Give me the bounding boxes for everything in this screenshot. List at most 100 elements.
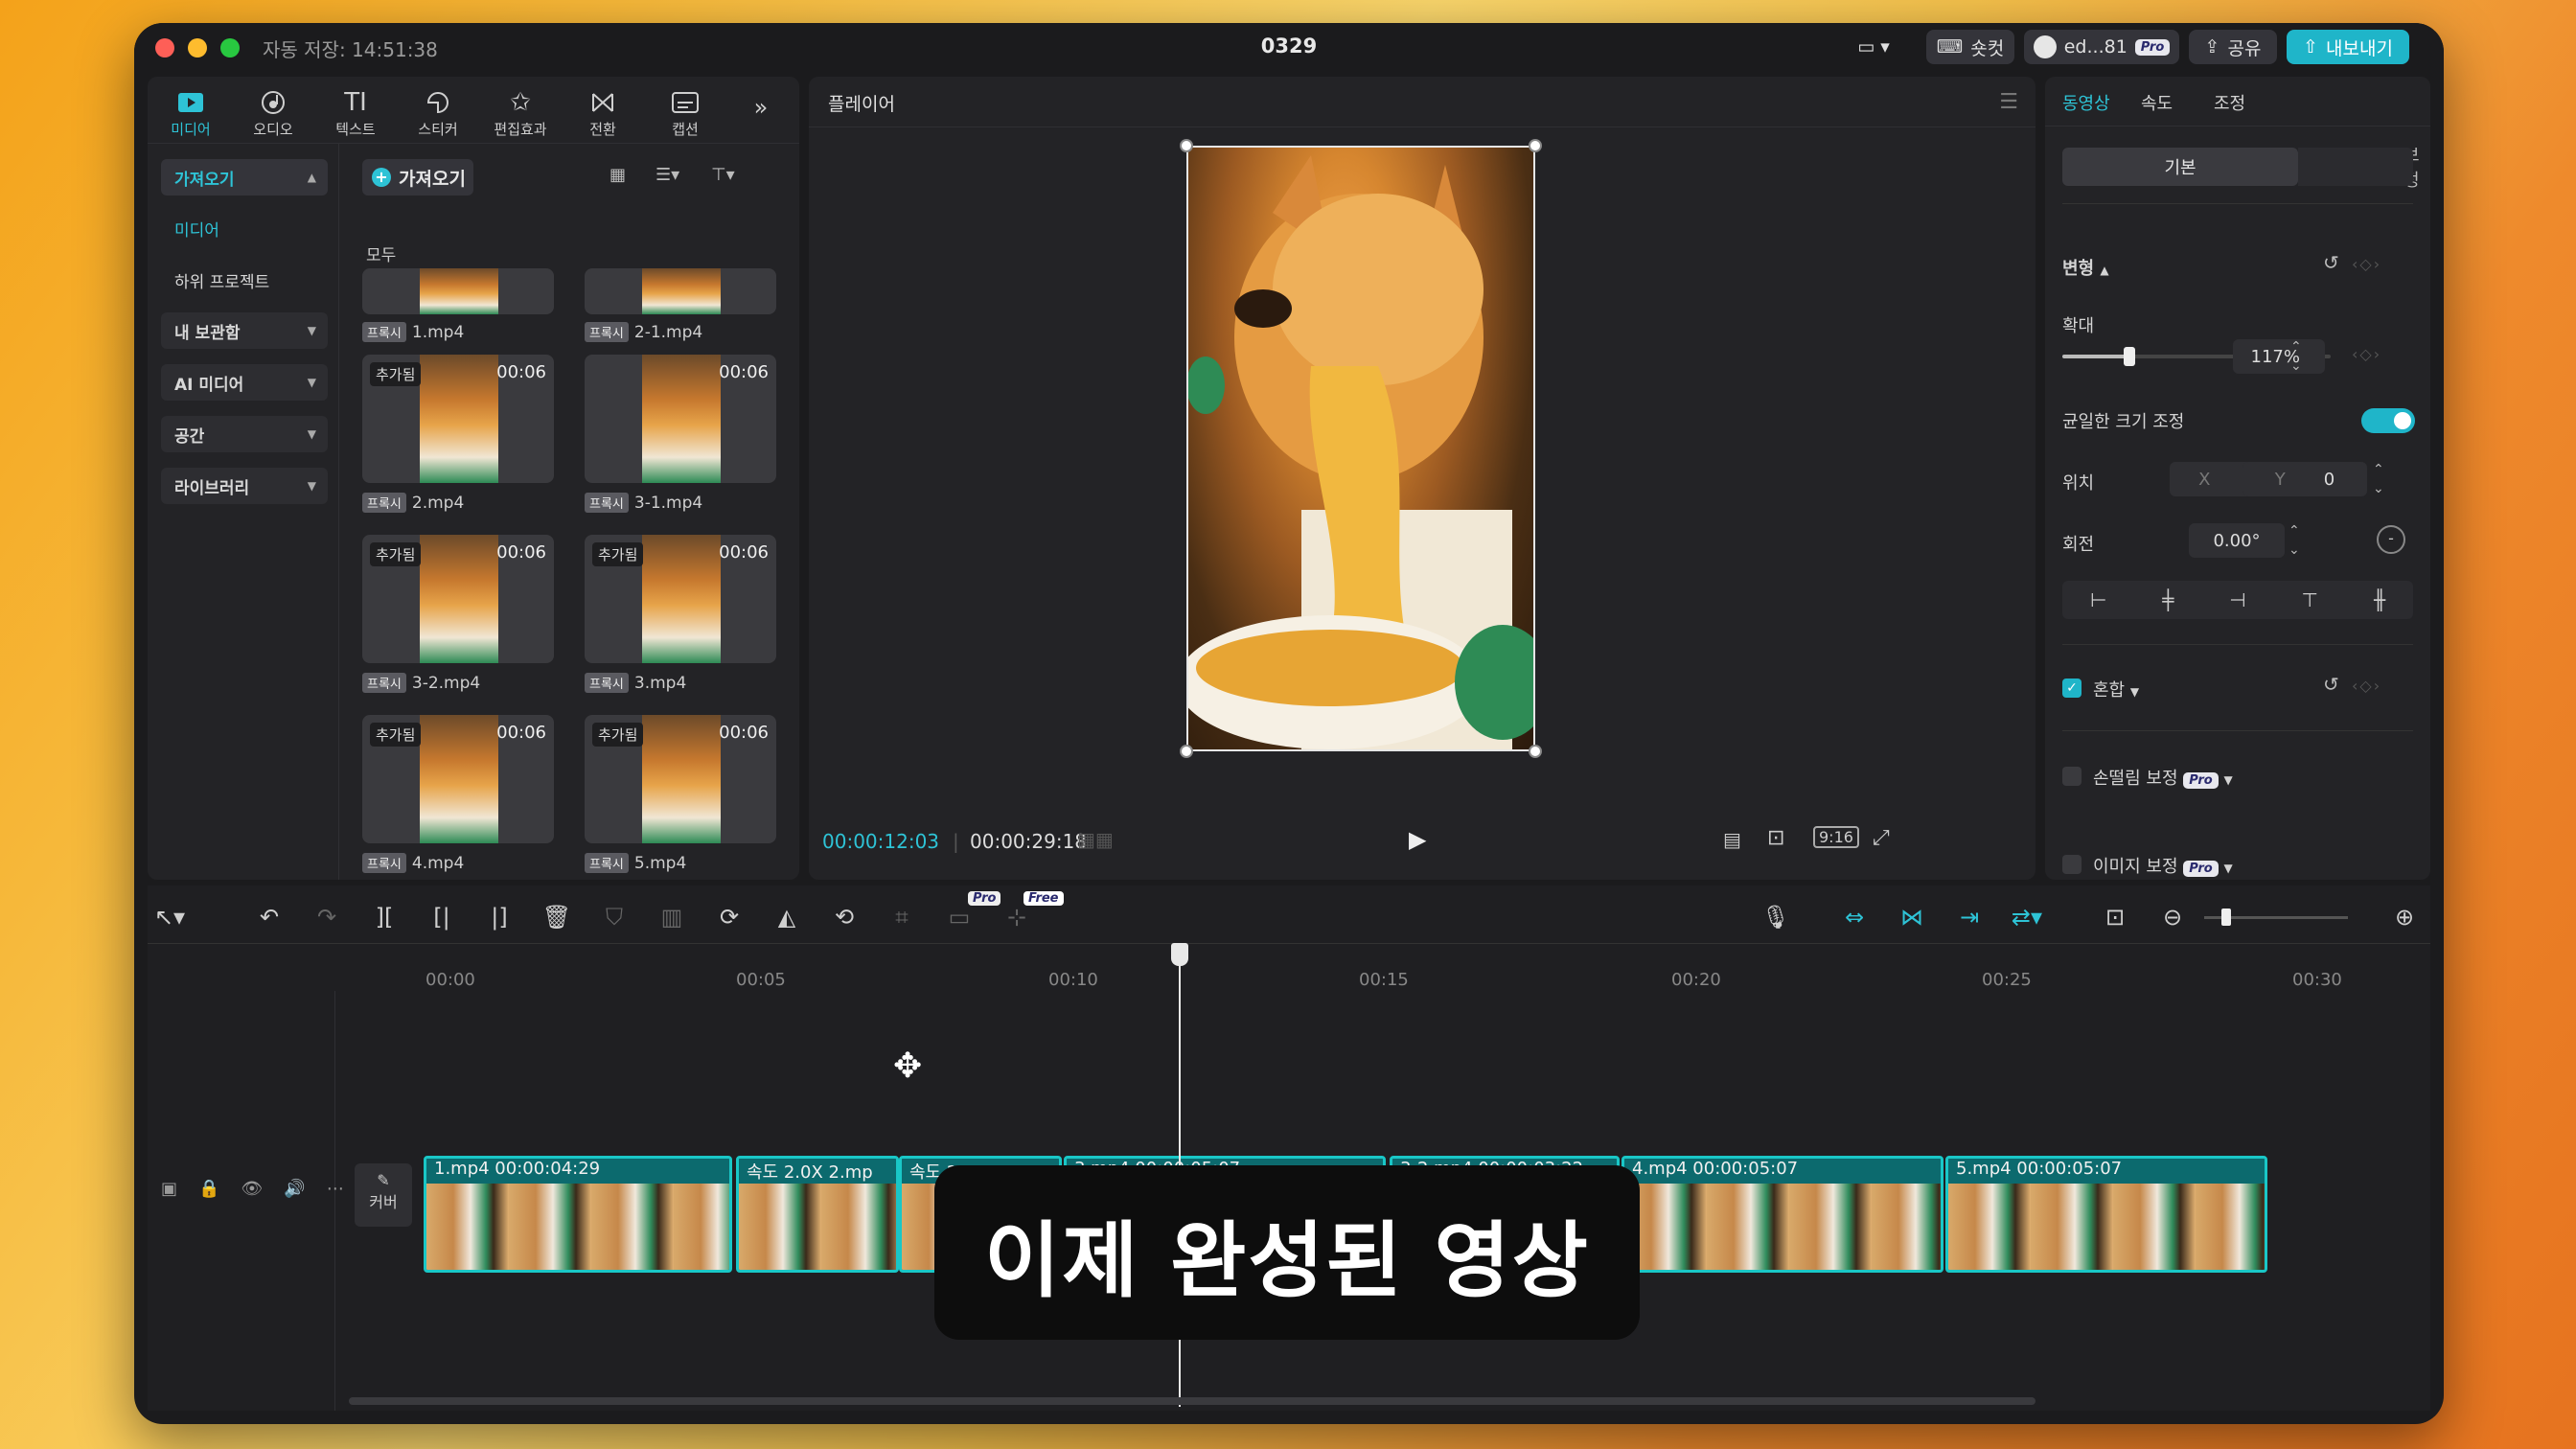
stepper-icon[interactable]: ⌃⌄ (2288, 521, 2300, 560)
eye-icon[interactable]: 👁 (241, 1179, 263, 1199)
keyframe-icon[interactable]: ‹◇› (2352, 345, 2381, 363)
stepper-icon[interactable]: ⌃⌄ (2290, 337, 2302, 376)
rotation-field[interactable]: 0.00° (2189, 523, 2285, 558)
ai-edit-icon[interactable]: ⊹ (1000, 901, 1033, 933)
link-icon[interactable]: ⋈ (1896, 901, 1928, 933)
tab-speed[interactable]: 속도 (2141, 90, 2173, 115)
position-y-field[interactable]: Y0 (2242, 462, 2367, 496)
align-right-icon[interactable]: ⊣ (2229, 588, 2245, 611)
preview-axis-icon[interactable]: ⇥ (1953, 901, 1986, 933)
trim-left-icon[interactable]: [| (426, 901, 458, 933)
tab-video[interactable]: 동영상 (2062, 90, 2110, 115)
redo-icon[interactable]: ↷ (310, 901, 343, 933)
align-center-h-icon[interactable]: ╪ (2162, 588, 2174, 611)
layout-icon[interactable]: ▭ ▾ (1850, 30, 1898, 64)
media-item[interactable] (362, 268, 554, 314)
zoom-out-icon[interactable]: ⊖ (2156, 901, 2189, 933)
align-top-icon[interactable]: ⊤ (2302, 588, 2318, 611)
sidebar-item-library[interactable]: 라이브러리 ▼ (161, 468, 328, 504)
rotation-dial[interactable]: - (2377, 525, 2405, 554)
sort-icon[interactable]: ☰▾ (656, 165, 679, 185)
more-tools-icon[interactable]: » (742, 94, 780, 121)
sidebar-item-import[interactable]: 가져오기 ▲ (161, 159, 328, 196)
account-button[interactable]: ed...81 Pro (2024, 30, 2179, 64)
timeline-clip[interactable]: 5.mp4 00:00:05:07 (1945, 1156, 2267, 1273)
resize-handle[interactable] (1180, 139, 1193, 152)
timeline-clip[interactable]: 속도 2.0X 2.mp (736, 1156, 899, 1273)
preview-icon[interactable]: ⊡ (2099, 901, 2131, 933)
resize-handle[interactable] (1180, 745, 1193, 758)
media-item[interactable]: 추가됨 00:06 (362, 355, 554, 483)
microphone-icon[interactable]: 🎙 (1760, 901, 1792, 933)
fullscreen-icon[interactable]: ⤢ (1873, 826, 1890, 850)
undo-icon[interactable]: ↶ (253, 901, 286, 933)
magnet-icon[interactable]: ⇔ (1838, 901, 1871, 933)
subtitle-toggle-icon[interactable]: ▤ (1723, 828, 1741, 851)
more-icon[interactable]: ⋯ (327, 1179, 344, 1199)
cover-button[interactable]: ✎ 커버 (355, 1163, 412, 1227)
media-item[interactable]: 추가됨 00:06 (362, 535, 554, 663)
sidebar-item-my-storage[interactable]: 내 보관함 ▼ (161, 312, 328, 349)
image-enhance-label[interactable]: 이미지 보정 Pro ▼ (2093, 853, 2233, 878)
transform-section-title[interactable]: 변형 ▲ (2062, 255, 2109, 280)
media-item[interactable]: 추가됨 00:06 (585, 715, 776, 843)
media-item[interactable]: 추가됨 00:06 (362, 715, 554, 843)
timecode-format-icon[interactable]: ▦▦ (1077, 828, 1114, 851)
resize-handle[interactable] (1529, 139, 1542, 152)
speaker-icon[interactable]: 🔊 (284, 1179, 305, 1199)
tab-adjust[interactable]: 조정 (2214, 90, 2245, 115)
sidebar-item-space[interactable]: 공간 ▼ (161, 416, 328, 452)
lock-icon[interactable]: 🔒 (198, 1179, 219, 1199)
reset-icon[interactable]: ↺ (2323, 673, 2339, 696)
crop-icon[interactable]: ⌗ (886, 901, 918, 933)
uniform-scale-toggle[interactable] (2361, 408, 2415, 433)
reverse-icon[interactable]: ⟳ (713, 901, 746, 933)
tab-audio[interactable]: 오디오 (240, 86, 307, 139)
freeze-icon[interactable]: ▥ (656, 901, 688, 933)
tab-text[interactable]: TI 텍스트 (322, 86, 389, 139)
rotate-icon[interactable]: ⟲ (828, 901, 861, 933)
timeline-clip[interactable]: 4.mp4 00:00:05:07 (1622, 1156, 1944, 1273)
media-item[interactable]: 00:06 (585, 355, 776, 483)
select-tool-icon[interactable]: ↖▾ (153, 901, 186, 933)
stabilize-checkbox[interactable] (2062, 767, 2082, 786)
auto-reframe-icon[interactable]: ▭ (943, 901, 976, 933)
share-button[interactable]: ⇪ 공유 (2189, 30, 2277, 64)
stabilize-label[interactable]: 손떨림 보정 Pro ▼ (2093, 765, 2233, 790)
blend-checkbox[interactable]: ✓ (2062, 678, 2082, 698)
zoom-slider[interactable] (2204, 908, 2348, 926)
keyframe-icon[interactable]: ‹◇› (2352, 255, 2381, 273)
blend-label[interactable]: 혼합 ▼ (2093, 677, 2139, 702)
video-preview[interactable] (1186, 146, 1535, 751)
keyframe-icon[interactable]: ‹◇› (2352, 677, 2381, 695)
media-item[interactable]: 추가됨 00:06 (585, 535, 776, 663)
tab-media[interactable]: 미디어 (157, 86, 224, 139)
scale-value-field[interactable]: 117% (2233, 339, 2325, 374)
playhead-handle[interactable] (1171, 943, 1188, 966)
menu-icon[interactable]: ☰ (1999, 90, 2018, 114)
import-button[interactable]: + 가져오기 (362, 159, 473, 196)
sidebar-item-media[interactable]: 미디어 (174, 217, 219, 241)
sidebar-item-subproject[interactable]: 하위 프로젝트 (174, 268, 269, 292)
slider-handle[interactable] (2124, 347, 2135, 366)
marker-icon[interactable]: ⛉ (598, 901, 631, 933)
reset-icon[interactable]: ↺ (2323, 251, 2339, 274)
slider-handle[interactable] (2221, 908, 2231, 926)
resize-handle[interactable] (1529, 745, 1542, 758)
tab-captions[interactable]: 캡션 (652, 86, 719, 139)
split-icon[interactable]: ][ (368, 901, 401, 933)
media-item[interactable] (585, 268, 776, 314)
align-left-icon[interactable]: ⊢ (2090, 588, 2106, 611)
snapshot-icon[interactable]: ⊡ (1767, 826, 1784, 850)
tab-transition[interactable]: 전환 (569, 86, 636, 139)
subtab-basic[interactable]: 기본 (2062, 148, 2298, 186)
align-middle-icon[interactable]: ╫ (2374, 588, 2385, 611)
export-button[interactable]: ⇧ 내보내기 (2287, 30, 2409, 64)
timeline-scrollbar[interactable] (349, 1397, 2036, 1405)
delete-icon[interactable]: 🗑 (540, 901, 573, 933)
mirror-icon[interactable]: ◭ (770, 901, 803, 933)
trim-right-icon[interactable]: |] (483, 901, 516, 933)
grid-view-icon[interactable]: ▦ (610, 165, 626, 185)
split-screen-icon[interactable]: ⇄▾ (2011, 901, 2043, 933)
play-icon[interactable]: ▶ (1409, 826, 1426, 853)
